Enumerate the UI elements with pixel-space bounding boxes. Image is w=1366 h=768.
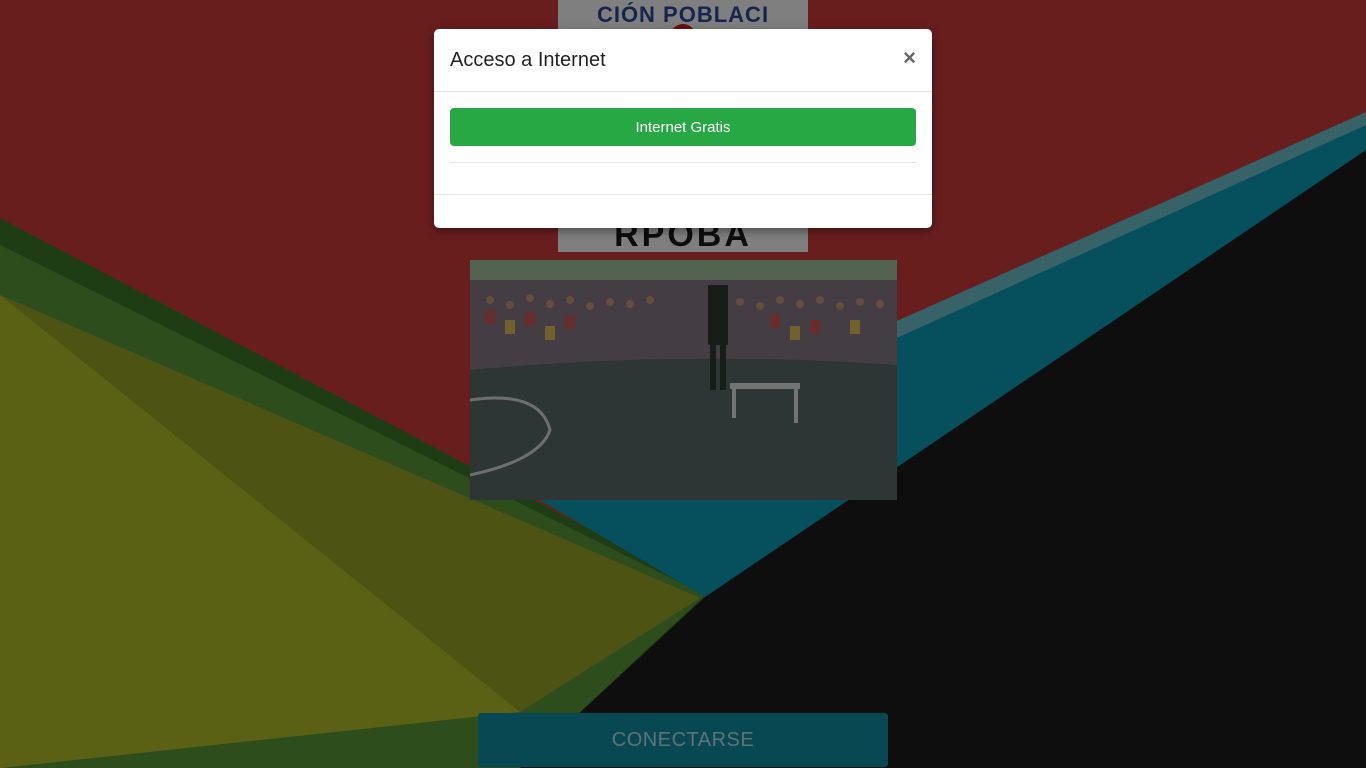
free-internet-button[interactable]: Internet Gratis — [450, 108, 916, 146]
modal-divider — [450, 162, 916, 163]
close-icon[interactable]: × — [903, 47, 916, 69]
modal-header: Acceso a Internet × — [434, 29, 932, 92]
internet-access-modal: Acceso a Internet × Internet Gratis — [434, 29, 932, 228]
modal-footer — [434, 195, 932, 227]
modal-title: Acceso a Internet — [450, 49, 606, 71]
modal-body: Internet Gratis — [434, 92, 932, 195]
